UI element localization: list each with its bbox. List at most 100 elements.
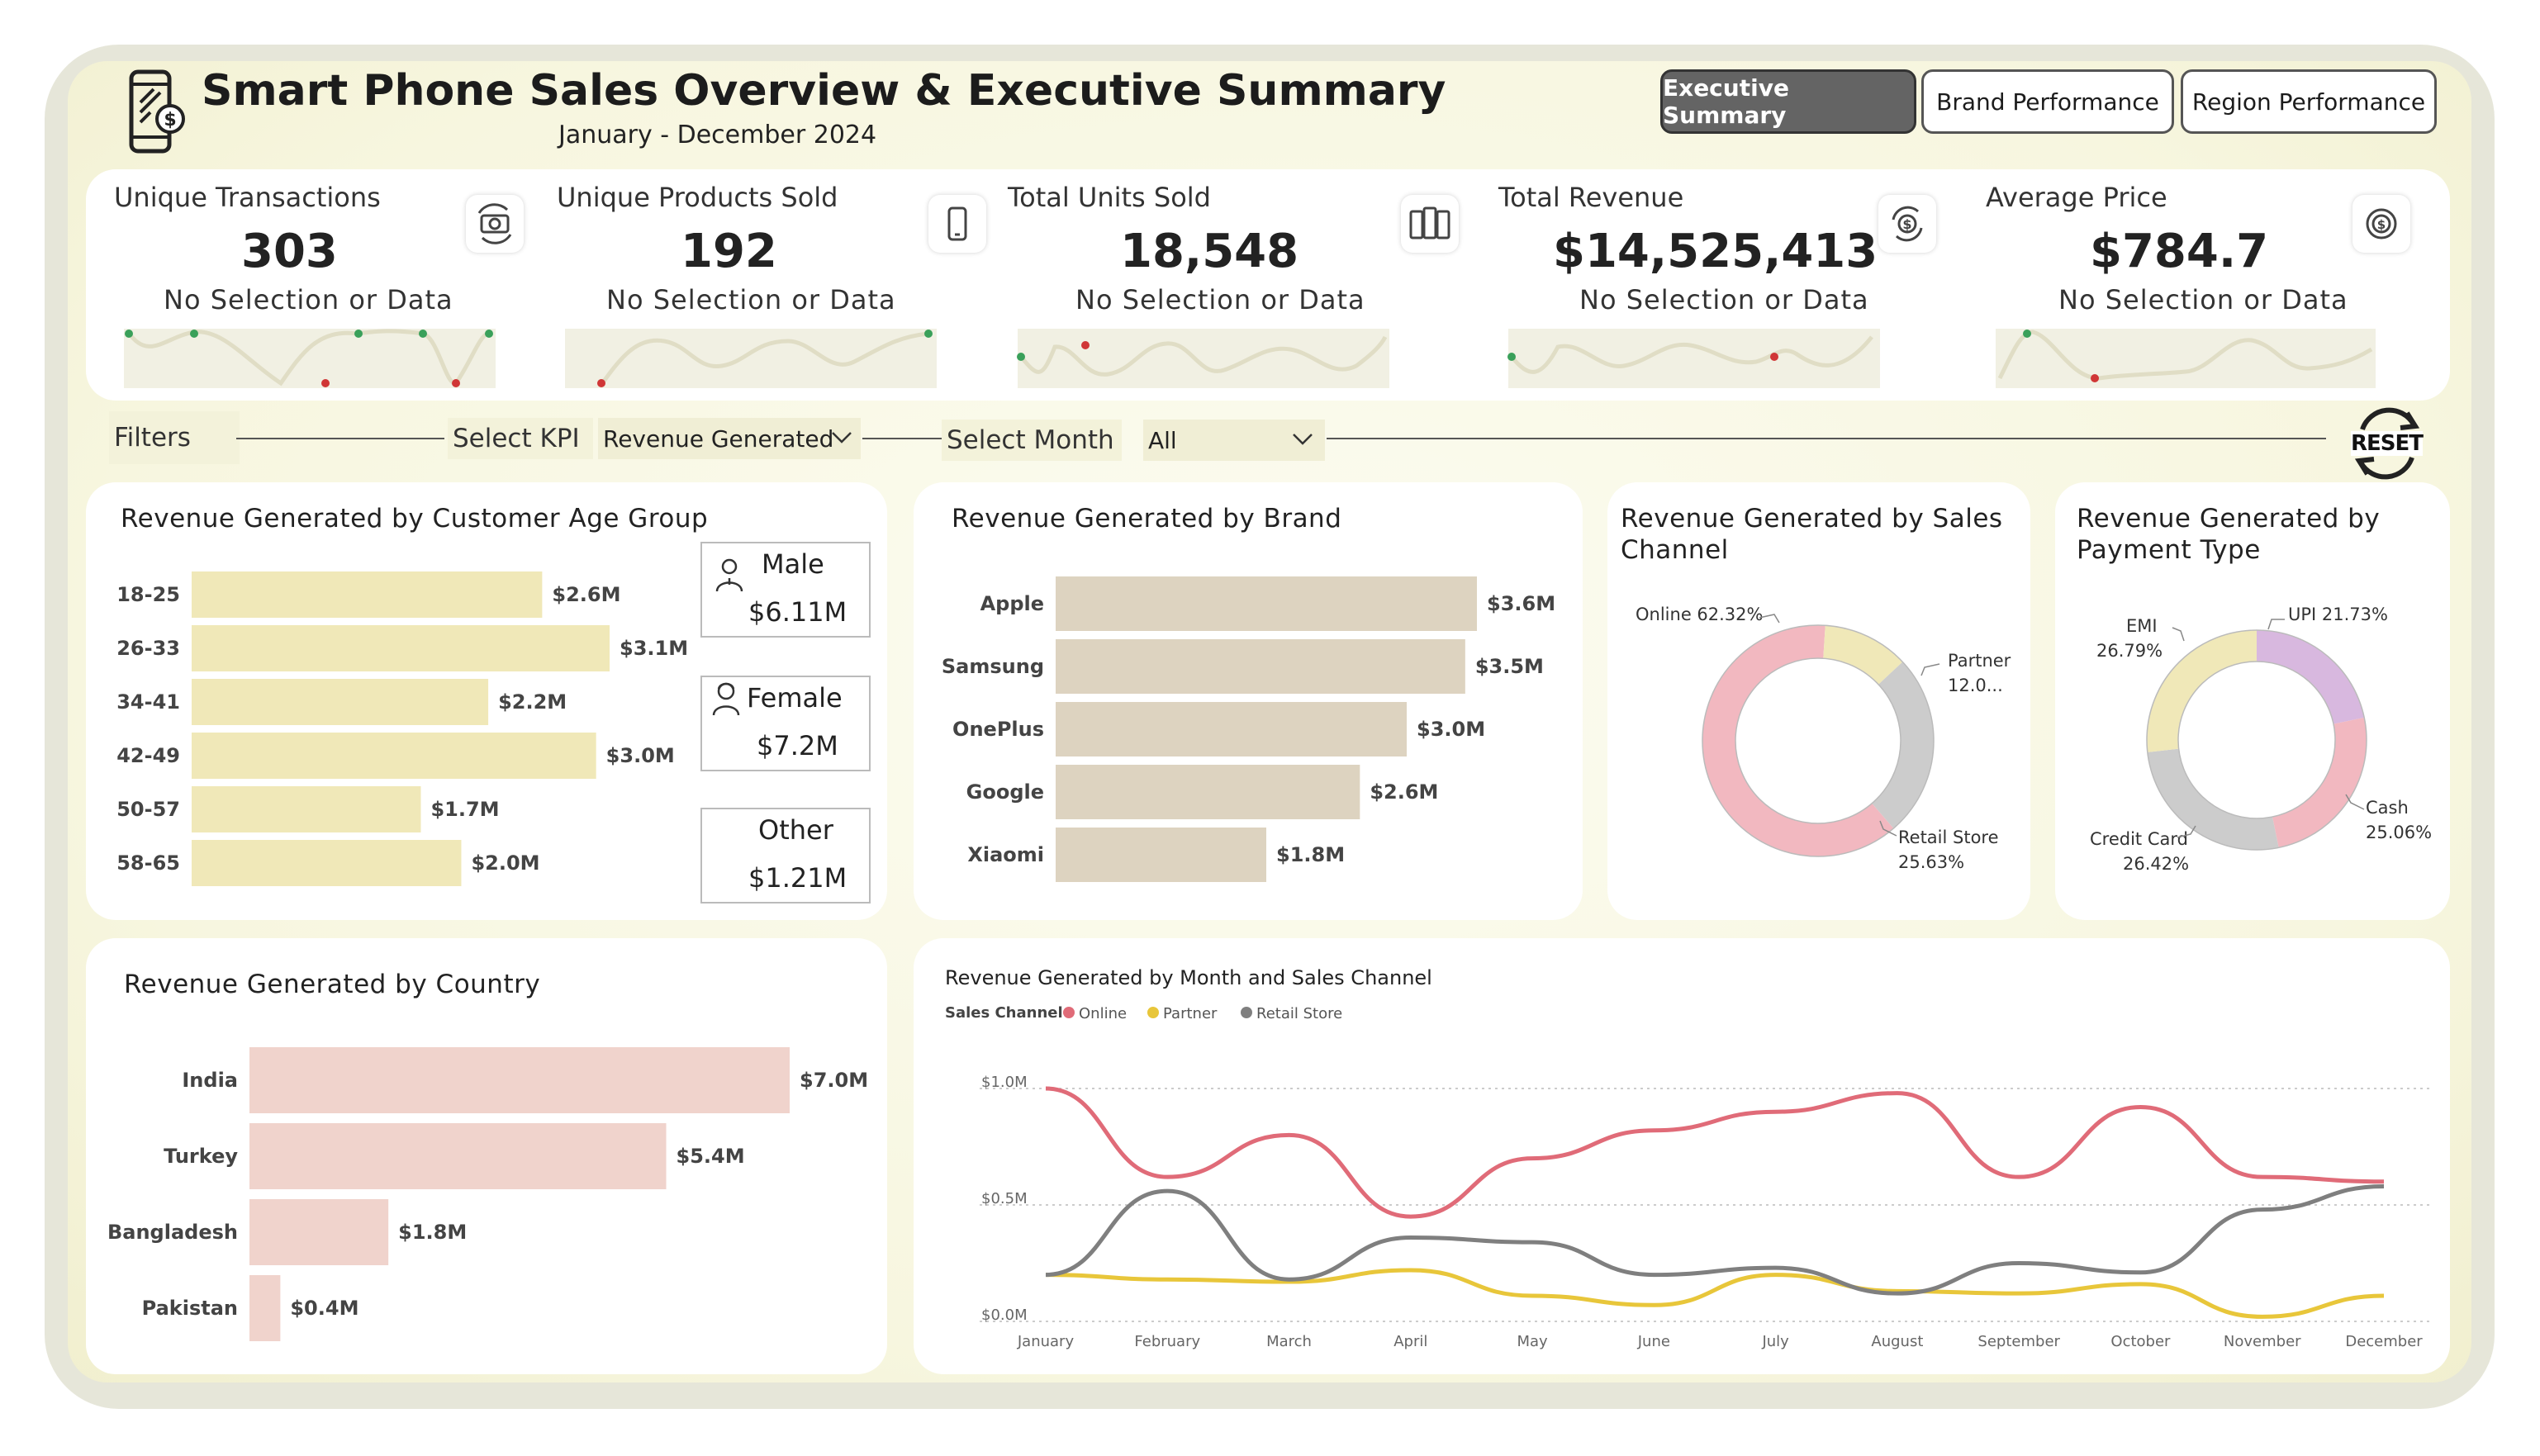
kpi-dropdown-value: Revenue Generated (603, 424, 834, 453)
payment-chart-title-line2: Payment Type (2077, 535, 2261, 565)
dollar-coin-icon: $ (2352, 195, 2410, 253)
sparkline-products (565, 329, 937, 388)
month-dropdown-value: All (1148, 426, 1177, 454)
phone-icon (928, 195, 986, 253)
tab-executive-summary[interactable]: Executive Summary (1660, 69, 1916, 134)
sparkline-dot-low (321, 379, 330, 387)
bar-category-label: Turkey (164, 1145, 238, 1168)
gender-value: $6.11M (748, 596, 847, 628)
male-person-icon (715, 558, 743, 592)
month-line-chart: $0.0M $0.5M $1.0M January February March April… (980, 1074, 2433, 1350)
phones-stack-icon (1401, 195, 1459, 253)
bar-value-label: $3.5M (1475, 655, 1544, 678)
bar-category-label: Samsung (942, 655, 1044, 678)
channel-chart-title-line1: Revenue Generated by Sales (1621, 504, 2003, 534)
x-tick-label: January (1017, 1333, 1075, 1350)
series-line[interactable] (1045, 1268, 2385, 1319)
bar-value-label: $0.4M (290, 1297, 358, 1320)
bar-value-label: $1.7M (430, 798, 499, 821)
x-tick-label: March (1266, 1333, 1312, 1350)
filter-divider-line (1327, 438, 2326, 439)
x-tick-label: February (1134, 1333, 1200, 1350)
sparkline-dot-low (2091, 374, 2099, 382)
bar[interactable] (192, 840, 462, 886)
month-chart-title: Revenue Generated by Month and Sales Cha… (945, 966, 1432, 989)
bar-category-label: 42-49 (116, 744, 180, 767)
bar[interactable] (249, 1123, 667, 1189)
country-chart-title: Revenue Generated by Country (124, 970, 541, 999)
kpi-label: Total Revenue (1498, 182, 1684, 213)
tab-region-performance[interactable]: Region Performance (2181, 69, 2437, 134)
legend-marker (1063, 1007, 1075, 1018)
bar[interactable] (192, 786, 421, 832)
sparkline-dot-high (2023, 330, 2031, 338)
reset-button[interactable]: RESET (2349, 406, 2425, 481)
kpi-label: Total Units Sold (1008, 182, 1211, 213)
tab-brand-performance[interactable]: Brand Performance (1921, 69, 2174, 134)
bar[interactable] (249, 1275, 281, 1341)
legend-marker (1147, 1007, 1159, 1018)
smartphone-dollar-icon: $ (129, 69, 185, 154)
brand-bar-chart: Apple $3.6M Samsung $3.5M OnePlus $3.0M Google… (942, 576, 1555, 882)
x-tick-label: August (1871, 1333, 1923, 1350)
kpi-label: Unique Products Sold (557, 182, 838, 213)
legend-label[interactable]: Online (1079, 1005, 1127, 1022)
select-kpi-label: Select KPI (448, 418, 593, 459)
bar[interactable] (1056, 639, 1465, 694)
sparkline-dot-high (1017, 353, 1025, 361)
bar[interactable] (192, 679, 489, 725)
gender-label: Male (762, 548, 824, 580)
bar[interactable] (1056, 765, 1360, 819)
bar[interactable] (192, 571, 543, 618)
y-tick-label: $0.5M (981, 1190, 1028, 1207)
svg-text:$: $ (2377, 217, 2386, 232)
bar-category-label: 18-25 (116, 583, 180, 606)
bar-category-label: 50-57 (116, 798, 180, 821)
sparkline-dot-low (1770, 353, 1778, 361)
bar[interactable] (192, 733, 596, 779)
kpi-value: 303 (241, 225, 338, 278)
channel-label-online: Online 62.32% (1636, 605, 1764, 624)
kpi-subtext: No Selection or Data (164, 284, 453, 315)
bar-value-label: $1.8M (398, 1221, 467, 1244)
sparkline-dot-high (125, 330, 133, 338)
bar-value-label: $5.4M (677, 1145, 745, 1168)
x-tick-label: May (1517, 1333, 1548, 1350)
brand-chart-title: Revenue Generated by Brand (952, 504, 1342, 534)
sparkline-average-price (1996, 329, 2376, 388)
legend-label[interactable]: Retail Store (1256, 1005, 1342, 1022)
bar[interactable] (249, 1199, 389, 1265)
age-chart-title: Revenue Generated by Customer Age Group (121, 504, 709, 534)
bar-value-label: $3.1M (620, 637, 688, 660)
kpi-value: $784.7 (2090, 225, 2269, 278)
bar[interactable] (1056, 828, 1266, 882)
bar[interactable] (1056, 702, 1407, 756)
sparkline-dot-low (452, 379, 460, 387)
x-tick-label: December (2345, 1333, 2423, 1350)
kpi-dropdown[interactable]: Revenue Generated (598, 418, 861, 459)
sparkline-transactions (124, 329, 496, 388)
bar-category-label: Bangladesh (107, 1221, 238, 1244)
series-line[interactable] (1045, 1086, 2385, 1219)
bar-value-label: $2.2M (498, 690, 567, 714)
female-person-icon (712, 682, 740, 716)
bar-value-label: $2.6M (1370, 780, 1438, 804)
y-tick-label: $0.0M (981, 1307, 1028, 1324)
payment-chart-title-line1: Revenue Generated by (2077, 504, 2381, 534)
legend-label[interactable]: Partner (1163, 1005, 1218, 1022)
x-tick-label: July (1761, 1333, 1789, 1350)
bar-value-label: $2.0M (471, 851, 539, 875)
gender-label: Female (747, 682, 843, 714)
bar-value-label: $2.6M (552, 583, 620, 606)
month-chart-legend: Online Partner Retail Store (1063, 1005, 1342, 1022)
sparkline-dot-high (485, 330, 493, 338)
bar[interactable] (192, 625, 610, 671)
bar[interactable] (1056, 576, 1477, 631)
month-dropdown[interactable]: All (1143, 420, 1325, 461)
x-tick-label: November (2224, 1333, 2301, 1350)
bar-value-label: $7.0M (800, 1069, 868, 1092)
bar-value-label: $3.0M (1417, 718, 1485, 741)
sparkline-revenue (1508, 329, 1880, 388)
bar[interactable] (249, 1047, 790, 1113)
series-line[interactable] (1045, 1183, 2385, 1296)
